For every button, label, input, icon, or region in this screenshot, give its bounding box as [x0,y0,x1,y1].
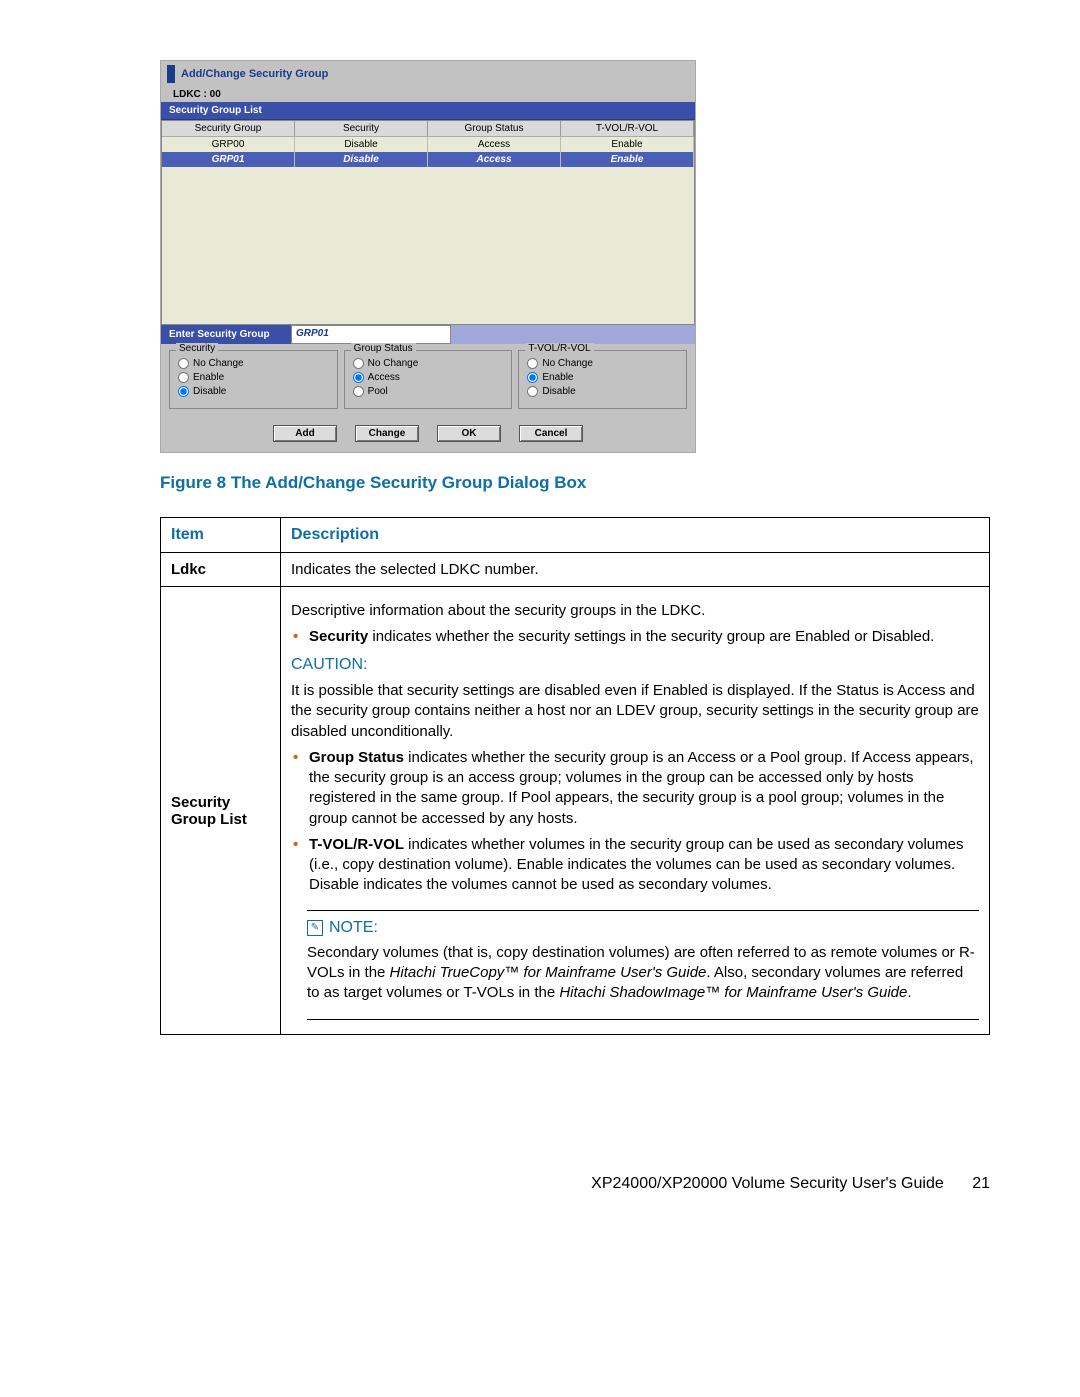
bullet-group-status: Group Status indicates whether the secur… [291,748,979,829]
footer-guide: XP24000/XP20000 Volume Security User's G… [591,1175,944,1192]
note-block: ✎ NOTE: Secondary volumes (that is, copy… [307,910,979,1021]
row-ldkc-desc: Indicates the selected LDKC number. [281,553,990,587]
radio-group-tvol: T-VOL/R-VOLNo ChangeEnableDisable [518,350,687,409]
radio-option[interactable]: Disable [178,386,329,397]
note-icon: ✎ [307,920,323,936]
enter-security-group-input[interactable]: GRP01 [291,325,451,344]
security-group-list[interactable]: Security Group Security Group Status T-V… [161,120,695,325]
radio-input[interactable] [353,358,364,369]
enter-security-group-label: Enter Security Group [161,325,291,344]
radio-input[interactable] [527,358,538,369]
page-footer: XP24000/XP20000 Volume Security User's G… [160,1175,990,1193]
radio-group-security: SecurityNo ChangeEnableDisable [169,350,338,409]
radio-option[interactable]: Pool [353,386,504,397]
col-group-status: Group Status [428,121,561,136]
security-group-list-bar: Security Group List [161,102,695,120]
description-table: Item Description Ldkc Indicates the sele… [160,517,990,1035]
secgrp-intro: Descriptive information about the securi… [291,601,979,621]
radio-option[interactable]: Enable [527,372,678,383]
radio-input[interactable] [178,358,189,369]
radio-input[interactable] [178,386,189,397]
dialog-accent-bar [167,65,175,83]
radio-option[interactable]: No Change [353,358,504,369]
cell: Disable [295,137,428,152]
bullet-security: Security indicates whether the security … [291,627,979,647]
change-button[interactable]: Change [355,425,419,442]
cell: Enable [561,137,694,152]
col-security-group: Security Group [162,121,295,136]
caution-text: It is possible that security settings ar… [291,681,979,742]
radio-input[interactable] [527,372,538,383]
cell: GRP00 [162,137,295,152]
note-text: Secondary volumes (that is, copy destina… [307,943,979,1004]
radio-option[interactable]: Access [353,372,504,383]
ldkc-label: LDKC : 00 [161,87,695,102]
radio-group-group_status: Group StatusNo ChangeAccessPool [344,350,513,409]
radio-group-legend: T-VOL/R-VOL [525,343,593,354]
add-change-security-group-dialog: Add/Change Security Group LDKC : 00 Secu… [160,60,696,453]
cell: Disable [295,152,428,167]
caution-label: CAUTION: [291,654,979,676]
row-secgrp-label: Security Group List [161,587,281,1035]
bullet-tvol-rvol: T-VOL/R-VOL indicates whether volumes in… [291,835,979,896]
cell: GRP01 [162,152,295,167]
footer-page-number: 21 [972,1175,990,1193]
note-label: NOTE: [329,919,378,937]
figure-caption: Figure 8 The Add/Change Security Group D… [160,473,990,493]
radio-group-legend: Security [176,343,218,354]
cell: Enable [561,152,694,167]
add-button[interactable]: Add [273,425,337,442]
radio-group-legend: Group Status [351,343,416,354]
radio-option[interactable]: Enable [178,372,329,383]
radio-option[interactable]: Disable [527,386,678,397]
col-tvol-rvol: T-VOL/R-VOL [561,121,694,136]
radio-input[interactable] [353,386,364,397]
cancel-button[interactable]: Cancel [519,425,583,442]
radio-input[interactable] [527,386,538,397]
ok-button[interactable]: OK [437,425,501,442]
cell: Access [428,137,561,152]
radio-input[interactable] [353,372,364,383]
head-item: Item [161,518,281,553]
radio-input[interactable] [178,372,189,383]
dialog-title: Add/Change Security Group [181,68,328,80]
head-description: Description [281,518,990,553]
radio-option[interactable]: No Change [178,358,329,369]
row-secgrp-desc: Descriptive information about the securi… [281,587,990,1035]
table-row[interactable]: GRP01DisableAccessEnable [162,152,694,167]
row-ldkc-label: Ldkc [161,553,281,587]
table-row[interactable]: GRP00DisableAccessEnable [162,137,694,152]
col-security: Security [295,121,428,136]
cell: Access [428,152,561,167]
radio-option[interactable]: No Change [527,358,678,369]
